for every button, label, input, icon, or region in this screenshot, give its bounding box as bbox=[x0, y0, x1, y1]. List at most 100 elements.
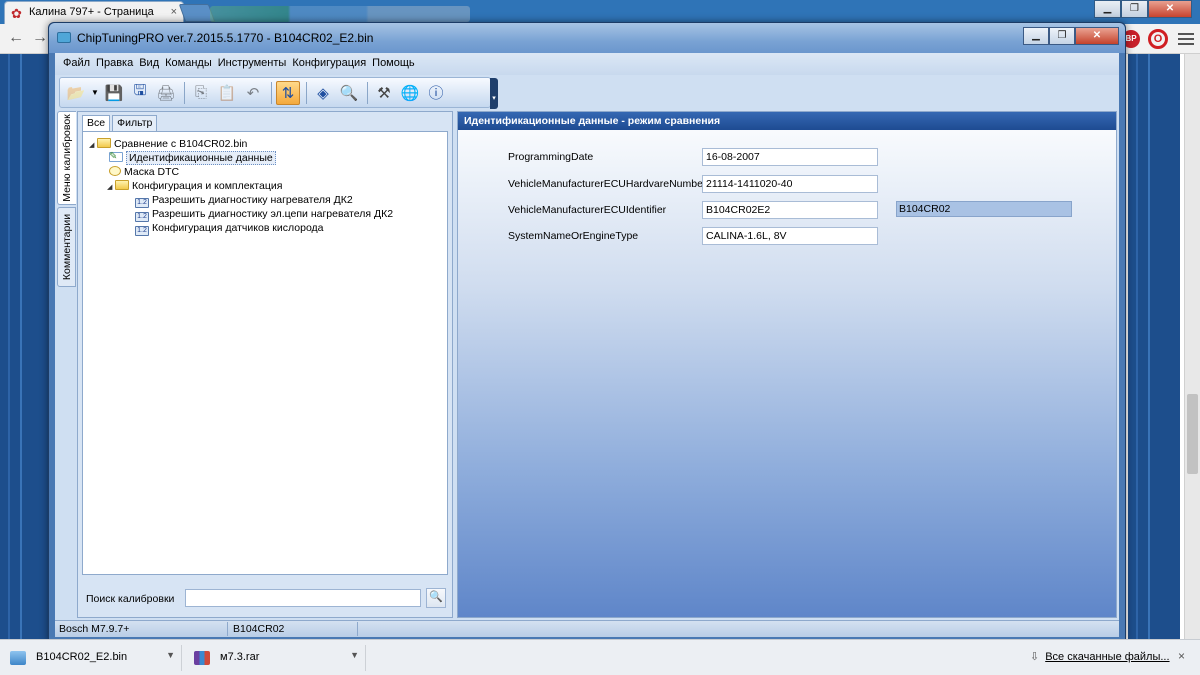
search-icon[interactable]: 🔍 bbox=[426, 588, 446, 608]
field-label: VehicleManufacturerECUHardvareNumber bbox=[508, 178, 707, 190]
field-value[interactable]: 16-08-2007 bbox=[702, 148, 878, 166]
compare-value: B104CR02 bbox=[896, 201, 1072, 217]
download-menu-icon[interactable]: ▼ bbox=[166, 650, 175, 660]
status-bar: Bosch M7.9.7+ B104CR02 bbox=[55, 620, 1119, 637]
undo-icon[interactable]: ↶ bbox=[241, 81, 265, 105]
browser-maximize-button[interactable]: ❐ bbox=[1121, 0, 1148, 18]
browser-window-controls: ▁ ❐ ✕ bbox=[1094, 0, 1192, 18]
tab-calibration-menu-label: Меню калибровок bbox=[61, 114, 73, 202]
tree-node-config[interactable]: ◢ Конфигурация и комплектация bbox=[89, 179, 447, 193]
paste-icon[interactable]: 📋 bbox=[215, 81, 239, 105]
web-update-icon[interactable]: 🌐 bbox=[398, 81, 422, 105]
browser-close-button[interactable]: ✕ bbox=[1148, 0, 1192, 18]
downloads-bar: B104CR02_E2.bin ▼ м7.3.rar ▼ ⇩ Все скачан… bbox=[0, 639, 1200, 675]
compare-icon[interactable]: ⇅ bbox=[276, 80, 300, 105]
field-label: VehicleManufacturerECUIdentifier bbox=[508, 204, 667, 216]
menu-help[interactable]: Помощь bbox=[372, 57, 415, 75]
browser-minimize-button[interactable]: ▁ bbox=[1094, 0, 1121, 18]
tab-comments-label: Комментарии bbox=[60, 213, 73, 281]
browser-menu-icon[interactable] bbox=[1178, 30, 1194, 46]
calibration-filter-tabs: Все Фильтр bbox=[82, 115, 159, 131]
app-window-controls: ▁ ❐ ✕ bbox=[1023, 27, 1119, 45]
calibration-panel: Все Фильтр ◢Сравнение с B104CR02.bin Иде… bbox=[77, 111, 453, 618]
print-icon[interactable]: 🖨 bbox=[154, 81, 178, 105]
browser-tab[interactable]: ✿ Калина 797+ - Страница × bbox=[4, 1, 184, 24]
toolbar-separator bbox=[184, 81, 185, 104]
opera-extension-icon[interactable]: O bbox=[1148, 29, 1168, 49]
download-item[interactable]: м7.3.rar ▼ bbox=[184, 645, 366, 671]
save-as-icon[interactable]: 🖫 bbox=[128, 81, 152, 105]
menu-edit[interactable]: Правка bbox=[96, 57, 133, 75]
download-menu-icon[interactable]: ▼ bbox=[350, 650, 359, 660]
search-zoom-icon[interactable]: 🔍 bbox=[337, 81, 361, 105]
open-dropdown-icon[interactable]: ▼ bbox=[90, 81, 100, 105]
search-input[interactable] bbox=[185, 589, 421, 607]
tree-node-label: Сравнение с B104CR02.bin bbox=[114, 138, 248, 150]
tree-node-root[interactable]: ◢ Сравнение с B104CR02.bin bbox=[89, 137, 447, 151]
menu-file[interactable]: Файл bbox=[63, 57, 90, 75]
download-arrow-icon: ⇩ bbox=[1030, 651, 1040, 663]
save-icon[interactable]: 💾 bbox=[102, 81, 126, 105]
page-scrollbar-thumb[interactable] bbox=[1187, 394, 1198, 474]
field-label: SystemNameOrEngineType bbox=[508, 230, 639, 242]
main-toolbar: 📂 ▼ 💾 🖫 🖨 ⎘ 📋 ↶ ⇅ ◈ 🔍 ⚒ 🌐 ⓘ ▾ bbox=[59, 77, 498, 109]
app-maximize-button[interactable]: ❐ bbox=[1049, 27, 1075, 45]
download-name: м7.3.rar bbox=[220, 651, 260, 663]
menu-commands[interactable]: Команды bbox=[165, 57, 212, 75]
taskbar-ghost-tabs bbox=[210, 6, 470, 22]
rar-archive-icon bbox=[194, 651, 210, 665]
tree-node-label: Разрешить диагностику эл.цепи нагревател… bbox=[152, 208, 394, 220]
copy-icon[interactable]: ⎘ bbox=[189, 81, 213, 105]
field-value[interactable]: 21114-1411020-40 bbox=[702, 175, 878, 193]
open-icon[interactable]: 📂 bbox=[64, 81, 88, 105]
panel-title: Идентификационные данные - режим сравнен… bbox=[458, 112, 1116, 130]
app-titlebar[interactable]: ChipTuningPRO ver.7.2015.5.1770 - B104CR… bbox=[49, 23, 1125, 53]
tree-node-label: Маска DTC bbox=[124, 166, 180, 178]
tab-close-icon[interactable]: × bbox=[171, 6, 177, 18]
page-side-stripe-left bbox=[0, 54, 52, 639]
calibration-tree: ◢Сравнение с B104CR02.bin Идентификацион… bbox=[82, 131, 448, 575]
tree-node-param[interactable]: 1.2 Разрешить диагностику эл.цепи нагрева… bbox=[89, 207, 447, 222]
folder-open-icon bbox=[115, 180, 129, 190]
chiptuning-window: ChipTuningPRO ver.7.2015.5.1770 - B104CR… bbox=[48, 22, 1126, 642]
show-all-downloads-link[interactable]: Все скачанные файлы... bbox=[1045, 651, 1169, 663]
app-minimize-button[interactable]: ▁ bbox=[1023, 27, 1049, 45]
download-item[interactable]: B104CR02_E2.bin ▼ bbox=[0, 645, 182, 671]
info-icon[interactable]: ◈ bbox=[311, 81, 335, 105]
tree-node-param[interactable]: 1.2 Конфигурация датчиков кислорода bbox=[89, 221, 447, 236]
help-icon[interactable]: ⓘ bbox=[424, 81, 448, 105]
site-favicon-icon: ✿ bbox=[11, 6, 22, 21]
status-ecu: Bosch M7.9.7+ bbox=[59, 623, 130, 635]
tree-node-label: Разрешить диагностику нагревателя ДК2 bbox=[152, 194, 353, 206]
toolbar-overflow-icon[interactable]: ▾ bbox=[490, 78, 498, 109]
page-scrollbar[interactable] bbox=[1184, 54, 1200, 639]
downloads-close-icon[interactable]: × bbox=[1178, 649, 1185, 663]
folder-open-icon bbox=[97, 138, 111, 148]
toolbar-separator bbox=[306, 81, 307, 104]
tab-all[interactable]: Все bbox=[82, 115, 111, 131]
tree-node-param[interactable]: 1.2 Разрешить диагностику нагревателя ДК2 bbox=[89, 193, 447, 208]
back-arrow-icon[interactable]: ← bbox=[8, 29, 24, 47]
menu-configuration[interactable]: Конфигурация bbox=[292, 57, 366, 75]
show-all-downloads[interactable]: ⇩ Все скачанные файлы... bbox=[1030, 650, 1170, 663]
app-close-button[interactable]: ✕ bbox=[1075, 27, 1119, 45]
menu-view[interactable]: Вид bbox=[139, 57, 159, 75]
status-compare-file: B104CR02 bbox=[233, 623, 285, 635]
calibration-search: Поиск калибровки 🔍 bbox=[82, 584, 448, 612]
tree-node-identification[interactable]: Идентификационные данные bbox=[89, 151, 447, 165]
forward-arrow-icon[interactable]: → bbox=[32, 29, 48, 47]
menu-tools[interactable]: Инструменты bbox=[218, 57, 287, 75]
tab-filter[interactable]: Фильтр bbox=[112, 115, 158, 131]
browser-tabstrip: ✿ Калина 797+ - Страница × ▁ ❐ ✕ bbox=[0, 0, 1200, 24]
search-label: Поиск калибровки bbox=[86, 593, 175, 605]
tab-calibration-menu[interactable]: Меню калибровок bbox=[57, 111, 76, 205]
download-name: B104CR02_E2.bin bbox=[36, 651, 128, 663]
tools-icon[interactable]: ⚒ bbox=[372, 81, 396, 105]
field-label: ProgrammingDate bbox=[508, 151, 594, 163]
status-separator bbox=[227, 622, 228, 636]
app-client-area: Файл Правка Вид Команды Инструменты Конф… bbox=[55, 53, 1119, 637]
field-value[interactable]: B104CR02E2 bbox=[702, 201, 878, 219]
tab-comments[interactable]: Комментарии bbox=[57, 207, 76, 287]
field-value[interactable]: CALINA-1.6L, 8V bbox=[702, 227, 878, 245]
tree-node-dtc-mask[interactable]: Маска DTC bbox=[89, 165, 447, 179]
